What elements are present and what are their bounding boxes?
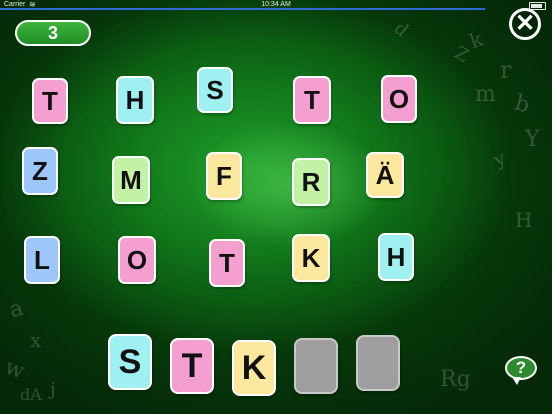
close-icon: ✕ — [514, 10, 536, 37]
help-button[interactable]: ? — [505, 356, 537, 386]
letter-tile[interactable]: Z — [22, 147, 58, 195]
background-letter: r — [500, 56, 512, 84]
background-letter: b — [512, 90, 533, 119]
letter-tile[interactable]: T — [32, 78, 68, 124]
status-progress-line — [0, 8, 485, 10]
letter-tile[interactable]: K — [292, 234, 330, 282]
background-letter: d — [389, 17, 413, 42]
background-letter: Z — [450, 42, 473, 67]
letter-tile[interactable]: H — [378, 233, 414, 281]
answer-slot-empty[interactable] — [294, 338, 338, 394]
background-letter: k — [466, 26, 486, 54]
background-letter: x — [30, 328, 42, 352]
background-letter: j — [50, 379, 56, 400]
letter-tile[interactable]: T — [293, 76, 331, 124]
answer-slot[interactable]: K — [232, 340, 276, 396]
score-counter: 3 — [15, 20, 91, 46]
letter-tile[interactable]: S — [197, 67, 233, 113]
close-button[interactable]: ✕ — [509, 8, 541, 40]
answer-slot-empty[interactable] — [356, 335, 400, 391]
help-bubble-tail — [512, 377, 521, 385]
letter-tile[interactable]: H — [116, 76, 154, 124]
background-letter: Rg — [440, 367, 471, 392]
letter-tile[interactable]: F — [206, 152, 242, 200]
answer-slot[interactable]: S — [108, 334, 152, 390]
letter-tile[interactable]: T — [209, 239, 245, 287]
status-bar: Carrier ≋ 10:34 AM — [0, 0, 552, 12]
letter-tile[interactable]: O — [381, 75, 417, 123]
help-icon: ? — [505, 356, 537, 380]
background-vignette — [0, 0, 552, 414]
background-letter: H — [515, 208, 533, 232]
letter-tile[interactable]: Ä — [366, 152, 404, 198]
letter-tile[interactable]: O — [118, 236, 156, 284]
background-letter: a — [6, 295, 27, 324]
background-letter: y — [490, 147, 509, 172]
background-letter: Y — [525, 127, 540, 152]
letter-tile[interactable]: M — [112, 156, 150, 204]
background-letter: dA — [20, 385, 42, 404]
clock-time: 10:34 AM — [261, 1, 291, 8]
background-letter: m — [475, 82, 496, 107]
background-letter: w — [1, 354, 28, 385]
letter-tile[interactable]: R — [292, 158, 330, 206]
letter-tile[interactable]: L — [24, 236, 60, 284]
answer-slot[interactable]: T — [170, 338, 214, 394]
